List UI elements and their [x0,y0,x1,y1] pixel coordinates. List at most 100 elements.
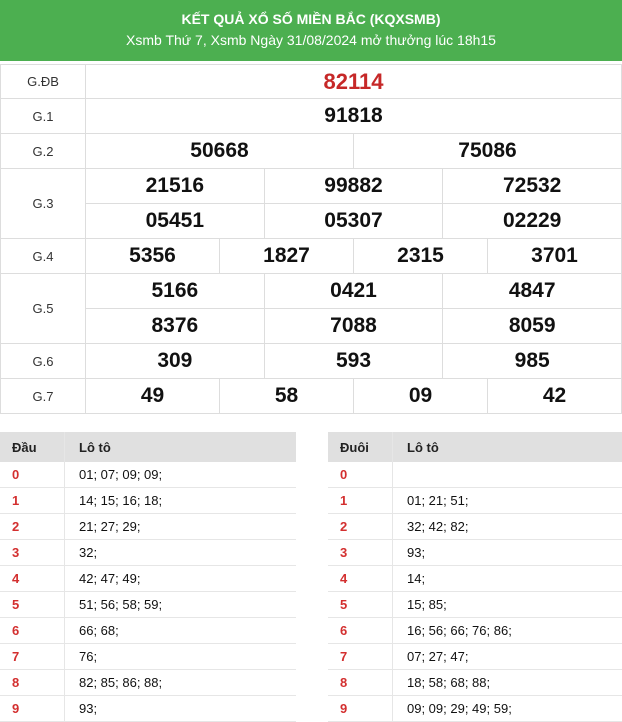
prize-number: 4847 [442,274,621,308]
duoi-table: Đuôi Lô tô 0 1 01; 21; 51; 2 32; 42; 82; 3… [328,432,622,722]
row-key: 1 [12,493,20,508]
row-key: 7 [12,649,20,664]
row-value: 32; [64,540,296,565]
prize-label: G.4 [0,238,86,274]
row-key: 2 [12,519,20,534]
row-key: 3 [340,545,348,560]
prize-number: 309 [157,349,193,372]
page-header: KẾT QUẢ XỔ SỐ MIỀN BẮC (KQXSMB) Xsmb Thứ… [0,0,622,61]
duoi-header-key: Đuôi [340,439,369,455]
table-row: 8 18; 58; 68; 88; [328,670,622,696]
prize-number: 8059 [442,309,621,343]
prize-number: 75086 [353,134,621,168]
prize-number: 0421 [263,274,443,308]
row-value: 51; 56; 58; 59; [64,592,296,617]
row-key: 6 [12,623,20,638]
table-row: 7 76; [0,644,296,670]
row-value: 93; [64,696,296,721]
prize-number: 02229 [442,204,621,238]
prize-number: 21516 [145,174,205,197]
table-row: 1 14; 15; 16; 18; [0,488,296,514]
dau-header-value: Lô tô [64,432,296,462]
table-row: 0 01; 07; 09; 09; [0,462,296,488]
table-row: 6 16; 56; 66; 76; 86; [328,618,622,644]
prize-number: 50668 [190,139,249,162]
prize-row-g4: G.4 5356 1827 2315 3701 [0,238,622,274]
row-key: 1 [340,493,348,508]
prize-row-g5: G.5 5166 0421 4847 8376 7088 8059 [0,273,622,344]
prize-number: 58 [219,379,353,413]
prize-number: 593 [263,344,443,378]
row-value: 18; 58; 68; 88; [392,670,622,695]
row-key: 3 [12,545,20,560]
row-key: 8 [12,675,20,690]
row-key: 9 [340,701,348,716]
table-row: 2 21; 27; 29; [0,514,296,540]
table-row: 1 01; 21; 51; [328,488,622,514]
prize-label: G.7 [0,378,86,414]
table-row: 4 14; [328,566,622,592]
table-row: 0 [328,462,622,488]
prize-label: G.3 [0,168,86,239]
prize-row-g1: G.1 91818 [0,98,622,134]
table-row: 2 32; 42; 82; [328,514,622,540]
table-row: 9 09; 09; 29; 49; 59; [328,696,622,722]
table-row: 5 15; 85; [328,592,622,618]
prize-number: 49 [140,384,165,407]
prize-number: 8376 [151,314,199,337]
table-row: 4 42; 47; 49; [0,566,296,592]
prize-label: G.ĐB [0,64,86,99]
row-value: 01; 21; 51; [392,488,622,513]
prize-number: 72532 [442,169,621,203]
prize-number: 42 [487,379,621,413]
prize-number: 985 [442,344,621,378]
row-value: 14; [392,566,622,591]
prize-label: G.5 [0,273,86,344]
prize-number: 3701 [487,239,621,273]
prize-number: 99882 [263,169,443,203]
prize-number: 09 [353,379,487,413]
table-row: 9 93; [0,696,296,722]
row-value [392,462,622,487]
prize-number: 5356 [129,244,176,267]
table-row: 6 66; 68; [0,618,296,644]
prize-number: 2315 [353,239,487,273]
page-subtitle: Xsmb Thứ 7, Xsmb Ngày 31/08/2024 mở thưở… [126,32,496,48]
prize-number: 1827 [219,239,353,273]
dau-table-header: Đầu Lô tô [0,432,296,462]
prize-row-g7: G.7 49 58 09 42 [0,378,622,414]
row-value: 66; 68; [64,618,296,643]
row-value: 76; [64,644,296,669]
row-value: 32; 42; 82; [392,514,622,539]
row-value: 82; 85; 86; 88; [64,670,296,695]
table-row: 3 93; [328,540,622,566]
row-value: 21; 27; 29; [64,514,296,539]
table-row: 7 07; 27; 47; [328,644,622,670]
duoi-header-value: Lô tô [392,432,622,462]
row-key: 9 [12,701,20,716]
row-value: 01; 07; 09; 09; [64,462,296,487]
row-key: 5 [12,597,20,612]
row-key: 7 [340,649,348,664]
duoi-table-header: Đuôi Lô tô [328,432,622,462]
special-prize-number: 82114 [85,64,622,99]
prize-number: 5166 [151,279,199,302]
prize-number: 7088 [263,309,443,343]
row-key: 8 [340,675,348,690]
prize-row-gdb: G.ĐB 82114 [0,64,622,99]
dau-table: Đầu Lô tô 0 01; 07; 09; 09; 1 14; 15; 16; … [0,432,296,722]
row-value: 09; 09; 29; 49; 59; [392,696,622,721]
table-row: 5 51; 56; 58; 59; [0,592,296,618]
prize-row-g2: G.2 50668 75086 [0,133,622,169]
table-row: 8 82; 85; 86; 88; [0,670,296,696]
prize-label: G.1 [0,98,86,134]
row-value: 14; 15; 16; 18; [64,488,296,513]
row-value: 93; [392,540,622,565]
page-title: KẾT QUẢ XỔ SỐ MIỀN BẮC (KQXSMB) [181,11,441,27]
row-value: 16; 56; 66; 76; 86; [392,618,622,643]
prize-number: 05451 [145,209,205,232]
prize-row-g6: G.6 309 593 985 [0,343,622,379]
prize-number: 91818 [85,98,622,134]
row-key: 4 [340,571,348,586]
row-key: 5 [340,597,348,612]
